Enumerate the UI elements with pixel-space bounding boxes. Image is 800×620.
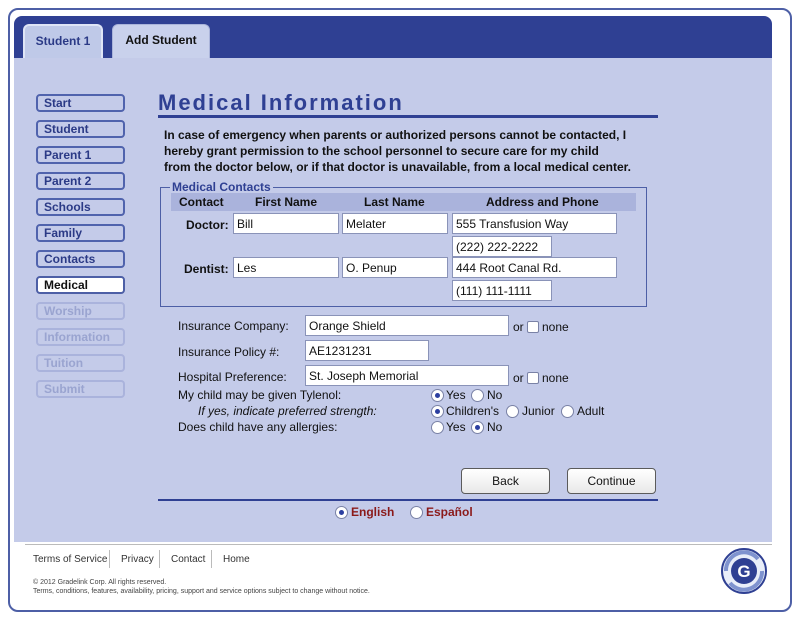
copyright-text: © 2012 Gradelink Corp. All rights reserv… [33, 579, 167, 586]
insurance-none-checkbox[interactable] [527, 321, 539, 333]
allergies-no-label: No [487, 420, 503, 434]
doctor-phone-input[interactable] [452, 236, 552, 257]
strength-junior-radio[interactable] [506, 405, 519, 418]
insurance-company-input[interactable] [305, 315, 509, 336]
footer-separator [109, 550, 110, 568]
tylenol-yes-label: Yes [446, 388, 466, 402]
consent-text: In case of emergency when parents or aut… [164, 127, 654, 175]
strength-adult-label: Adult [577, 404, 605, 418]
dentist-first-name-input[interactable] [233, 257, 339, 278]
none-label: none [542, 371, 569, 385]
language-english-label[interactable]: English [351, 505, 394, 519]
allergies-yes-label: Yes [446, 420, 466, 434]
tab-add-student[interactable]: Add Student [112, 24, 210, 58]
sidebar-item-submit: Submit [36, 380, 125, 398]
footer-top-divider [25, 544, 772, 545]
strength-label: If yes, indicate preferred strength: [198, 404, 377, 418]
insurance-policy-input[interactable] [305, 340, 429, 361]
sidebar-item-information: Information [36, 328, 125, 346]
insurance-company-label: Insurance Company: [178, 319, 289, 333]
sidebar-item-parent-2[interactable]: Parent 2 [36, 172, 125, 190]
header-address-phone: Address and Phone [486, 195, 599, 209]
footer-copyright: © 2012 Gradelink Corp. All rights reserv… [33, 578, 370, 596]
footer-link-home[interactable]: Home [223, 554, 250, 565]
top-tab-bar: Student 1 Add Student [14, 16, 772, 58]
doctor-last-name-input[interactable] [342, 213, 448, 234]
dentist-address-input[interactable] [452, 257, 617, 278]
consent-line: hereby grant permission to the school pe… [164, 144, 599, 158]
language-espanol-radio[interactable] [410, 506, 423, 519]
allergies-label: Does child have any allergies: [178, 420, 338, 434]
sidebar-item-family[interactable]: Family [36, 224, 125, 242]
footer-link-privacy[interactable]: Privacy [121, 554, 154, 565]
terms-text: Terms, conditions, features, availabilit… [33, 588, 370, 595]
strength-childrens-label: Children's [446, 404, 499, 418]
dentist-last-name-input[interactable] [342, 257, 448, 278]
insurance-policy-label: Insurance Policy #: [178, 345, 280, 359]
doctor-first-name-input[interactable] [233, 213, 339, 234]
doctor-address-input[interactable] [452, 213, 617, 234]
none-label: none [542, 320, 569, 334]
dentist-phone-input[interactable] [452, 280, 552, 301]
consent-line: In case of emergency when parents or aut… [164, 128, 627, 142]
continue-button[interactable]: Continue [567, 468, 656, 494]
hospital-preference-input[interactable] [305, 365, 509, 386]
sidebar-item-worship: Worship [36, 302, 125, 320]
tylenol-no-label: No [487, 388, 503, 402]
sidebar-item-schools[interactable]: Schools [36, 198, 125, 216]
doctor-label: Doctor: [186, 218, 229, 232]
allergies-yes-radio[interactable] [431, 421, 444, 434]
medical-contacts-legend: Medical Contacts [172, 180, 271, 194]
footer-link-contact[interactable]: Contact [171, 554, 205, 565]
allergies-no-radio[interactable] [471, 421, 484, 434]
strength-childrens-radio[interactable] [431, 405, 444, 418]
footer-link-terms[interactable]: Terms of Service [33, 554, 107, 565]
strength-junior-label: Junior [522, 404, 555, 418]
sidebar-item-student[interactable]: Student [36, 120, 125, 138]
language-english-radio[interactable] [335, 506, 348, 519]
bottom-divider [158, 499, 658, 501]
tylenol-no-radio[interactable] [471, 389, 484, 402]
or-text: or [513, 371, 524, 385]
sidebar-item-contacts[interactable]: Contacts [36, 250, 125, 268]
svg-text:G: G [737, 562, 750, 581]
tab-student-1[interactable]: Student 1 [23, 24, 103, 58]
medical-contacts-header: Contact First Name Last Name Address and… [171, 193, 636, 211]
sidebar-item-medical[interactable]: Medical [36, 276, 125, 294]
hospital-preference-label: Hospital Preference: [178, 370, 287, 384]
page-title: Medical Information [158, 90, 404, 115]
sidebar-item-tuition: Tuition [36, 354, 125, 372]
back-button[interactable]: Back [461, 468, 550, 494]
title-divider [158, 115, 658, 118]
dentist-label: Dentist: [184, 262, 229, 276]
header-last-name: Last Name [364, 195, 425, 209]
tylenol-label: My child may be given Tylenol: [178, 388, 342, 402]
footer-separator [211, 550, 212, 568]
hospital-none-checkbox[interactable] [527, 372, 539, 384]
language-espanol-label[interactable]: Español [426, 505, 473, 519]
tylenol-yes-radio[interactable] [431, 389, 444, 402]
sidebar-item-start[interactable]: Start [36, 94, 125, 112]
strength-adult-radio[interactable] [561, 405, 574, 418]
or-text: or [513, 320, 524, 334]
header-first-name: First Name [255, 195, 318, 209]
consent-line: from the doctor below, or if that doctor… [164, 160, 631, 174]
header-contact: Contact [179, 195, 224, 209]
footer-separator [159, 550, 160, 568]
gradelink-logo-icon: G [721, 548, 767, 594]
sidebar-item-parent-1[interactable]: Parent 1 [36, 146, 125, 164]
